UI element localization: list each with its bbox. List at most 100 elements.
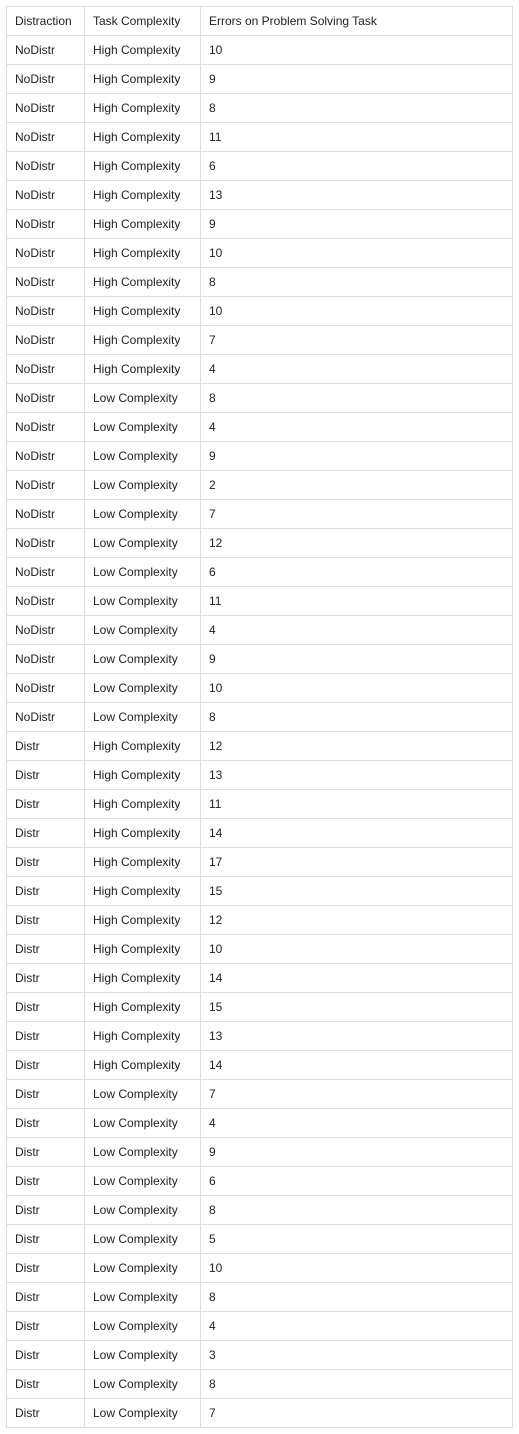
cell-errors: 10	[201, 674, 513, 703]
cell-complexity: Low Complexity	[85, 1225, 201, 1254]
cell-distraction: NoDistr	[7, 413, 85, 442]
cell-errors: 6	[201, 558, 513, 587]
cell-complexity: High Complexity	[85, 993, 201, 1022]
cell-distraction: NoDistr	[7, 703, 85, 732]
cell-errors: 8	[201, 1196, 513, 1225]
cell-distraction: Distr	[7, 964, 85, 993]
table-row: NoDistrHigh Complexity9	[7, 65, 513, 94]
cell-distraction: NoDistr	[7, 268, 85, 297]
cell-complexity: Low Complexity	[85, 442, 201, 471]
cell-errors: 10	[201, 935, 513, 964]
cell-complexity: Low Complexity	[85, 500, 201, 529]
table-row: NoDistrLow Complexity11	[7, 587, 513, 616]
cell-distraction: Distr	[7, 1051, 85, 1080]
cell-distraction: Distr	[7, 1254, 85, 1283]
cell-errors: 11	[201, 790, 513, 819]
cell-distraction: NoDistr	[7, 558, 85, 587]
cell-distraction: NoDistr	[7, 36, 85, 65]
table-row: NoDistrHigh Complexity9	[7, 210, 513, 239]
table-row: DistrLow Complexity6	[7, 1167, 513, 1196]
cell-complexity: High Complexity	[85, 152, 201, 181]
cell-distraction: Distr	[7, 1225, 85, 1254]
cell-distraction: NoDistr	[7, 529, 85, 558]
table-row: NoDistrLow Complexity4	[7, 616, 513, 645]
cell-errors: 6	[201, 1167, 513, 1196]
table-row: NoDistrLow Complexity7	[7, 500, 513, 529]
table-row: DistrLow Complexity10	[7, 1254, 513, 1283]
cell-complexity: High Complexity	[85, 1051, 201, 1080]
cell-complexity: High Complexity	[85, 790, 201, 819]
cell-errors: 8	[201, 1283, 513, 1312]
cell-complexity: Low Complexity	[85, 1341, 201, 1370]
cell-complexity: High Complexity	[85, 297, 201, 326]
cell-errors: 12	[201, 906, 513, 935]
table-row: DistrLow Complexity3	[7, 1341, 513, 1370]
cell-distraction: Distr	[7, 848, 85, 877]
cell-errors: 10	[201, 36, 513, 65]
cell-distraction: Distr	[7, 1341, 85, 1370]
cell-complexity: Low Complexity	[85, 1080, 201, 1109]
cell-errors: 11	[201, 123, 513, 152]
cell-distraction: NoDistr	[7, 181, 85, 210]
table-row: NoDistrHigh Complexity6	[7, 152, 513, 181]
table-row: NoDistrLow Complexity12	[7, 529, 513, 558]
cell-distraction: Distr	[7, 1167, 85, 1196]
col-header-distraction: Distraction	[7, 7, 85, 36]
table-row: NoDistrHigh Complexity13	[7, 181, 513, 210]
table-row: NoDistrLow Complexity8	[7, 703, 513, 732]
cell-distraction: NoDistr	[7, 587, 85, 616]
table-row: NoDistrLow Complexity4	[7, 413, 513, 442]
cell-complexity: High Complexity	[85, 181, 201, 210]
table-row: NoDistrHigh Complexity4	[7, 355, 513, 384]
cell-distraction: Distr	[7, 1080, 85, 1109]
cell-distraction: NoDistr	[7, 65, 85, 94]
cell-errors: 13	[201, 761, 513, 790]
cell-complexity: Low Complexity	[85, 1167, 201, 1196]
cell-distraction: Distr	[7, 877, 85, 906]
table-row: DistrHigh Complexity14	[7, 819, 513, 848]
cell-errors: 7	[201, 1399, 513, 1428]
cell-complexity: Low Complexity	[85, 471, 201, 500]
cell-complexity: Low Complexity	[85, 703, 201, 732]
cell-distraction: NoDistr	[7, 210, 85, 239]
table-row: DistrHigh Complexity17	[7, 848, 513, 877]
cell-complexity: High Complexity	[85, 94, 201, 123]
cell-distraction: Distr	[7, 819, 85, 848]
cell-distraction: Distr	[7, 790, 85, 819]
cell-errors: 17	[201, 848, 513, 877]
table-row: DistrHigh Complexity10	[7, 935, 513, 964]
cell-distraction: NoDistr	[7, 239, 85, 268]
table-row: DistrLow Complexity4	[7, 1312, 513, 1341]
cell-complexity: High Complexity	[85, 935, 201, 964]
col-header-complexity: Task Complexity	[85, 7, 201, 36]
table-row: DistrLow Complexity8	[7, 1196, 513, 1225]
cell-errors: 8	[201, 268, 513, 297]
cell-distraction: Distr	[7, 1022, 85, 1051]
cell-errors: 7	[201, 326, 513, 355]
cell-distraction: Distr	[7, 732, 85, 761]
cell-distraction: Distr	[7, 1109, 85, 1138]
cell-distraction: Distr	[7, 761, 85, 790]
cell-errors: 8	[201, 94, 513, 123]
cell-errors: 4	[201, 1312, 513, 1341]
cell-distraction: Distr	[7, 1283, 85, 1312]
cell-errors: 10	[201, 239, 513, 268]
table-row: NoDistrHigh Complexity11	[7, 123, 513, 152]
cell-errors: 6	[201, 152, 513, 181]
table-row: NoDistrLow Complexity8	[7, 384, 513, 413]
table-row: DistrHigh Complexity12	[7, 906, 513, 935]
cell-complexity: High Complexity	[85, 848, 201, 877]
table-row: DistrLow Complexity7	[7, 1080, 513, 1109]
cell-complexity: Low Complexity	[85, 1312, 201, 1341]
cell-errors: 15	[201, 877, 513, 906]
cell-complexity: Low Complexity	[85, 1399, 201, 1428]
cell-complexity: Low Complexity	[85, 1138, 201, 1167]
cell-distraction: Distr	[7, 993, 85, 1022]
table-row: DistrLow Complexity8	[7, 1370, 513, 1399]
cell-complexity: Low Complexity	[85, 587, 201, 616]
cell-distraction: NoDistr	[7, 500, 85, 529]
cell-distraction: NoDistr	[7, 94, 85, 123]
cell-errors: 4	[201, 616, 513, 645]
cell-distraction: NoDistr	[7, 471, 85, 500]
table-header: Distraction Task Complexity Errors on Pr…	[7, 7, 513, 36]
